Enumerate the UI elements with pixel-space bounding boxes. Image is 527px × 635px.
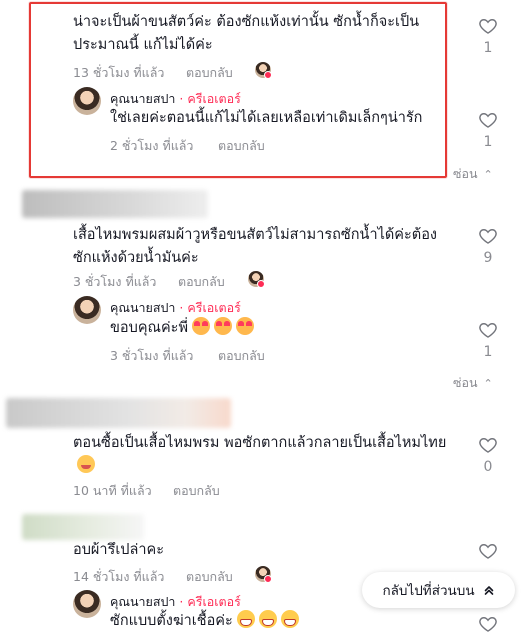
heart-eyes-emoji-icon	[214, 317, 233, 335]
reply-text: ใช่เลยค่ะตอนนี้แก้ไม่ได้เลยเหลือเท่าเดิม…	[110, 110, 423, 126]
author-name[interactable]: คุณนายสปา	[110, 91, 175, 106]
comment-text: เสื้อไหมพรมผสมผ้าวูหรือขนสัตว์ไม่สามารถซ…	[73, 227, 437, 266]
comment-time: 13 ชั่วโมง ที่แล้ว	[73, 65, 165, 80]
creator-badge: · ครีเอเตอร์	[179, 91, 241, 106]
avatar[interactable]	[73, 87, 101, 115]
heart-outline-icon[interactable]	[478, 614, 498, 634]
like-count: 1	[483, 134, 493, 150]
reply-button[interactable]: ตอบกลับ	[186, 567, 233, 587]
blurred-username	[6, 398, 231, 428]
avatar[interactable]	[73, 296, 101, 324]
reply-text: ขอบคุณค่ะพี่	[110, 317, 255, 340]
comment-text: อบผ้ารึเปล่าคะ	[73, 542, 165, 558]
reply-button[interactable]: ตอบกลับ	[178, 272, 225, 292]
like-count: 1	[483, 40, 493, 56]
author-name[interactable]: คุณนายสปา	[110, 594, 175, 609]
heart-outline-icon[interactable]	[478, 435, 498, 455]
reply-time: 3 ชั่วโมง ที่แล้ว	[110, 348, 194, 363]
creator-liked-badge-icon	[264, 71, 272, 79]
blurred-username	[22, 514, 144, 540]
reply-button[interactable]: ตอบกลับ	[218, 346, 265, 366]
reply-button[interactable]: ตอบกลับ	[173, 481, 220, 501]
heart-eyes-emoji-icon	[236, 317, 255, 335]
reply-text-content: ซักแบบตั้งฆ่าเชื้อค่ะ	[110, 613, 233, 629]
chevron-up-icon: ⌃	[483, 168, 493, 181]
author-name[interactable]: คุณนายสปา	[110, 300, 175, 315]
reply-button[interactable]: ตอบกลับ	[186, 63, 233, 83]
hide-label: ซ่อน	[453, 166, 478, 181]
grinning-emoji-icon	[236, 610, 255, 628]
double-chevron-up-icon	[484, 586, 493, 595]
heart-outline-icon[interactable]	[478, 110, 498, 130]
like-count: 1	[483, 344, 493, 360]
grinning-emoji-icon	[258, 610, 277, 628]
hide-replies-button[interactable]: ซ่อน ⌃	[453, 164, 493, 184]
comment-text: น่าจะเป็นผ้าขนสัตว์ค่ะ ต้องซักแห้งเท่านั…	[73, 14, 420, 53]
comment-time: 14 ชั่วโมง ที่แล้ว	[73, 569, 165, 584]
heart-eyes-emoji-icon	[192, 317, 211, 335]
like-count: 9	[483, 250, 493, 266]
reply-author[interactable]: คุณนายสปา · ครีเอเตอร์	[110, 298, 241, 318]
creator-badge: · ครีเอเตอร์	[179, 594, 241, 609]
back-to-top-label: กลับไปที่ส่วนบน	[382, 583, 475, 599]
heart-outline-icon[interactable]	[478, 226, 498, 246]
reply-author[interactable]: คุณนายสปา · ครีเอเตอร์	[110, 592, 241, 612]
creator-liked-badge-icon	[257, 280, 265, 288]
heart-outline-icon[interactable]	[478, 320, 498, 340]
comment-text: ตอนซื้อเป็นเสื้อไหมพรม พอซักตากแล้วกลายเ…	[73, 432, 463, 478]
chevron-up-icon: ⌃	[483, 377, 493, 390]
comment-text-content: ตอนซื้อเป็นเสื้อไหมพรม พอซักตากแล้วกลายเ…	[73, 435, 447, 451]
creator-liked-badge-icon	[264, 575, 272, 583]
reply-button[interactable]: ตอบกลับ	[218, 136, 265, 156]
blurred-username	[22, 190, 208, 218]
avatar[interactable]	[73, 590, 101, 618]
heart-outline-icon[interactable]	[478, 541, 498, 561]
reply-time: 2 ชั่วโมง ที่แล้ว	[110, 138, 194, 153]
grinning-emoji-icon	[280, 610, 299, 628]
creator-badge: · ครีเอเตอร์	[179, 300, 241, 315]
smiling-hearts-emoji-icon	[77, 455, 95, 473]
back-to-top-button[interactable]: กลับไปที่ส่วนบน	[362, 572, 515, 608]
comment-time: 10 นาที ที่แล้ว	[73, 483, 152, 498]
reply-author[interactable]: คุณนายสปา · ครีเอเตอร์	[110, 89, 241, 109]
comment-time: 3 ชั่วโมง ที่แล้ว	[73, 274, 157, 289]
hide-replies-button[interactable]: ซ่อน ⌃	[453, 373, 493, 393]
hide-label: ซ่อน	[453, 375, 478, 390]
reply-text-content: ขอบคุณค่ะพี่	[110, 320, 189, 336]
like-count: 0	[483, 459, 493, 475]
heart-outline-icon[interactable]	[478, 16, 498, 36]
reply-text: ซักแบบตั้งฆ่าเชื้อค่ะ	[110, 610, 299, 633]
